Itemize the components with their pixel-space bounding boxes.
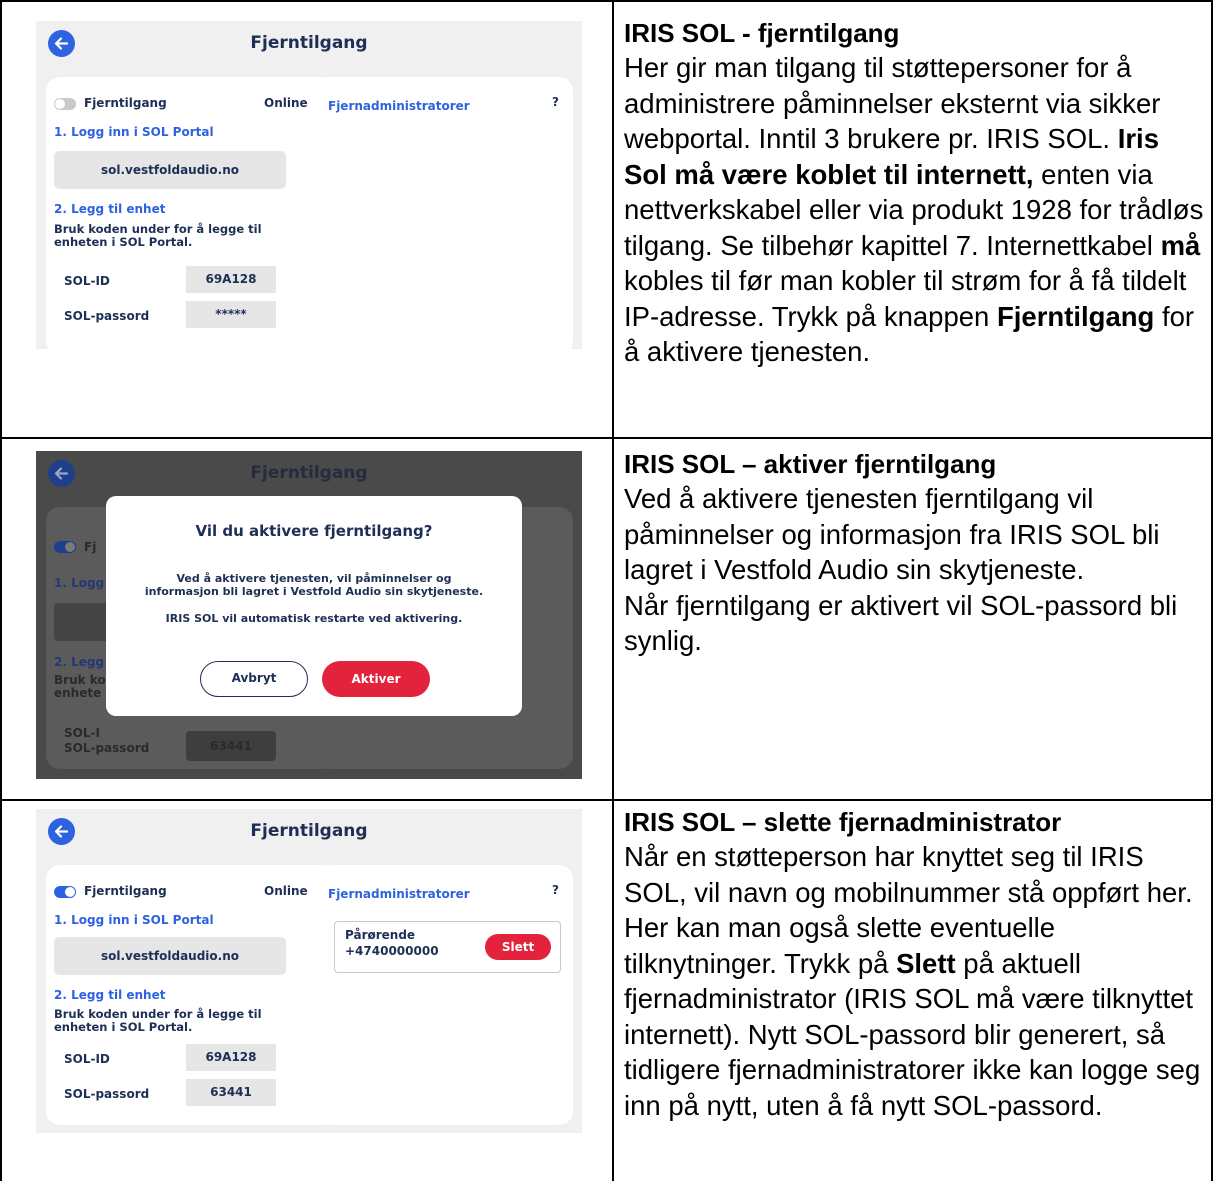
status-label: Online <box>264 884 308 898</box>
sol-password-label: SOL-passord <box>64 1087 150 1101</box>
settings-panel: Fjerntilgang Online 1. Logg inn i SOL Po… <box>46 77 338 349</box>
remote-admins-title: Fjernadministratorer <box>328 887 470 901</box>
hint-text: Bruk koden under for å legge til enheten… <box>54 223 294 249</box>
table-border-left <box>0 0 2 1181</box>
toggle-label-partial: Fj <box>84 540 97 554</box>
delete-admin-button[interactable]: Slett <box>485 934 551 960</box>
dialog-title: Vil du aktivere fjerntilgang? <box>195 522 433 540</box>
sol-password-value: 63441 <box>186 731 276 761</box>
remote-admin-card: Pårørende +4740000000 Slett <box>334 921 561 973</box>
portal-url: sol.vestfoldaudio.no <box>54 151 286 189</box>
step1-label: 1. Logg inn i SOL Portal <box>54 913 214 927</box>
sol-password-value: ***** <box>186 301 276 328</box>
row1-heading: IRIS SOL - fjerntilgang <box>624 18 900 48</box>
description-row-3: IRIS SOL – slette fjernadministrator Når… <box>624 805 1209 1123</box>
row1-text: Her gir man tilgang til støttepersoner f… <box>624 50 1209 370</box>
step2-label-partial: 2. Legg <box>54 655 105 669</box>
row3-text: Når en støtteperson har knyttet seg til … <box>624 839 1209 1123</box>
sol-id-label: SOL-ID <box>64 274 110 288</box>
screenshot-remote-access-on: Fjerntilgang Fjerntilgang Online 1. Logg… <box>36 809 582 1133</box>
bold-run: Slett <box>896 947 956 979</box>
remote-admins-panel: Fjernadministratorer ? <box>316 77 573 349</box>
dialog-text: Ved å aktivere tjenesten, vil påminnelse… <box>126 572 502 598</box>
portal-url: sol.vestfoldaudio.no <box>54 937 286 975</box>
settings-panel: Fjerntilgang Online 1. Logg inn i SOL Po… <box>46 865 338 1125</box>
description-row-2: IRIS SOL – aktiver fjerntilgang Ved å ak… <box>624 447 1209 659</box>
toggle-label: Fjerntilgang <box>84 96 167 110</box>
toggle-label: Fjerntilgang <box>84 884 167 898</box>
step1-label: 1. Logg inn i SOL Portal <box>54 125 214 139</box>
dialog-text-line: informasjon bli lagret i Vestfold Audio … <box>144 585 484 598</box>
remote-admins-title: Fjernadministratorer <box>328 99 470 113</box>
remote-access-row: Fjerntilgang Online <box>54 883 308 903</box>
remote-access-toggle[interactable] <box>54 541 76 553</box>
dialog-text-line: Ved å aktivere tjenesten, vil påminnelse… <box>176 572 452 585</box>
remote-admins-panel: Fjernadministratorer ? Pårørende +474000… <box>316 865 573 1125</box>
sol-password-value: 63441 <box>186 1079 276 1106</box>
hint-text: Bruk koden under for å legge til enheten… <box>54 1008 294 1034</box>
bold-run: må <box>1160 229 1201 261</box>
status-label: Online <box>264 96 308 110</box>
row3-heading: IRIS SOL – slette fjernadministrator <box>624 807 1062 837</box>
remote-access-toggle[interactable] <box>54 886 76 898</box>
screen-header: Fjerntilgang <box>36 809 582 859</box>
screen-header: Fjerntilgang <box>36 451 582 501</box>
toggle-knob <box>55 99 65 109</box>
hint-line: enheten i SOL Portal. <box>54 235 193 249</box>
page-title: Fjerntilgang <box>250 821 368 841</box>
activate-dialog: Vil du aktivere fjerntilgang? Ved å akti… <box>106 496 522 716</box>
help-button[interactable]: ? <box>552 883 559 897</box>
page-title: Fjerntilgang <box>250 463 368 483</box>
sol-password-label: SOL-passord <box>64 309 150 323</box>
sol-password-label: SOL-passord <box>64 741 150 755</box>
table-border-top <box>0 0 1213 2</box>
step2-label: 2. Legg til enhet <box>54 202 166 216</box>
sol-id-value: 69A128 <box>186 1044 276 1071</box>
screen-header: Fjerntilgang <box>36 21 582 71</box>
hint-partial: enhete <box>54 686 102 700</box>
admin-phone: +4740000000 <box>345 944 439 958</box>
sol-id-label-partial: SOL-I <box>64 726 100 740</box>
text-run: Her gir man tilgang til støttepersoner f… <box>624 52 1161 154</box>
activate-button[interactable]: Aktiver <box>322 661 430 697</box>
screenshot-activate-dialog: Fjerntilgang Fj 1. Logg 2. Legg Bruk kod… <box>36 451 582 779</box>
page-title: Fjerntilgang <box>250 33 368 53</box>
bold-run: Fjerntilgang <box>996 300 1155 332</box>
row2-text-1: Ved å aktivere tjenesten fjerntilgang vi… <box>624 483 1160 585</box>
table-border-middle <box>612 0 614 1181</box>
sol-id-label: SOL-ID <box>64 1052 110 1066</box>
dialog-restart-note: IRIS SOL vil automatisk restarte ved akt… <box>165 612 463 625</box>
row2-text-2: Når fjerntilgang er aktivert vil SOL-pas… <box>624 589 1178 657</box>
remote-access-toggle[interactable] <box>54 98 76 110</box>
row2-heading: IRIS SOL – aktiver fjerntilgang <box>624 449 997 479</box>
toggle-knob <box>65 542 75 552</box>
admin-name: Pårørende <box>345 928 416 942</box>
toggle-knob <box>65 887 75 897</box>
help-button[interactable]: ? <box>552 95 559 109</box>
remote-access-row: Fjerntilgang Online <box>54 95 308 115</box>
step1-label-partial: 1. Logg <box>54 576 105 590</box>
step2-label: 2. Legg til enhet <box>54 988 166 1002</box>
table-row-divider-2 <box>0 799 1213 801</box>
cancel-button[interactable]: Avbryt <box>200 661 308 697</box>
document-table: Fjerntilgang Fjerntilgang Online 1. Logg… <box>0 0 1213 1181</box>
description-row-1: IRIS SOL - fjerntilgang Her gir man tilg… <box>624 16 1209 370</box>
table-row-divider-1 <box>0 437 1213 439</box>
screenshot-remote-access-off: Fjerntilgang Fjerntilgang Online 1. Logg… <box>36 21 582 349</box>
hint-line: enheten i SOL Portal. <box>54 1020 193 1034</box>
sol-id-value: 69A128 <box>186 266 276 293</box>
